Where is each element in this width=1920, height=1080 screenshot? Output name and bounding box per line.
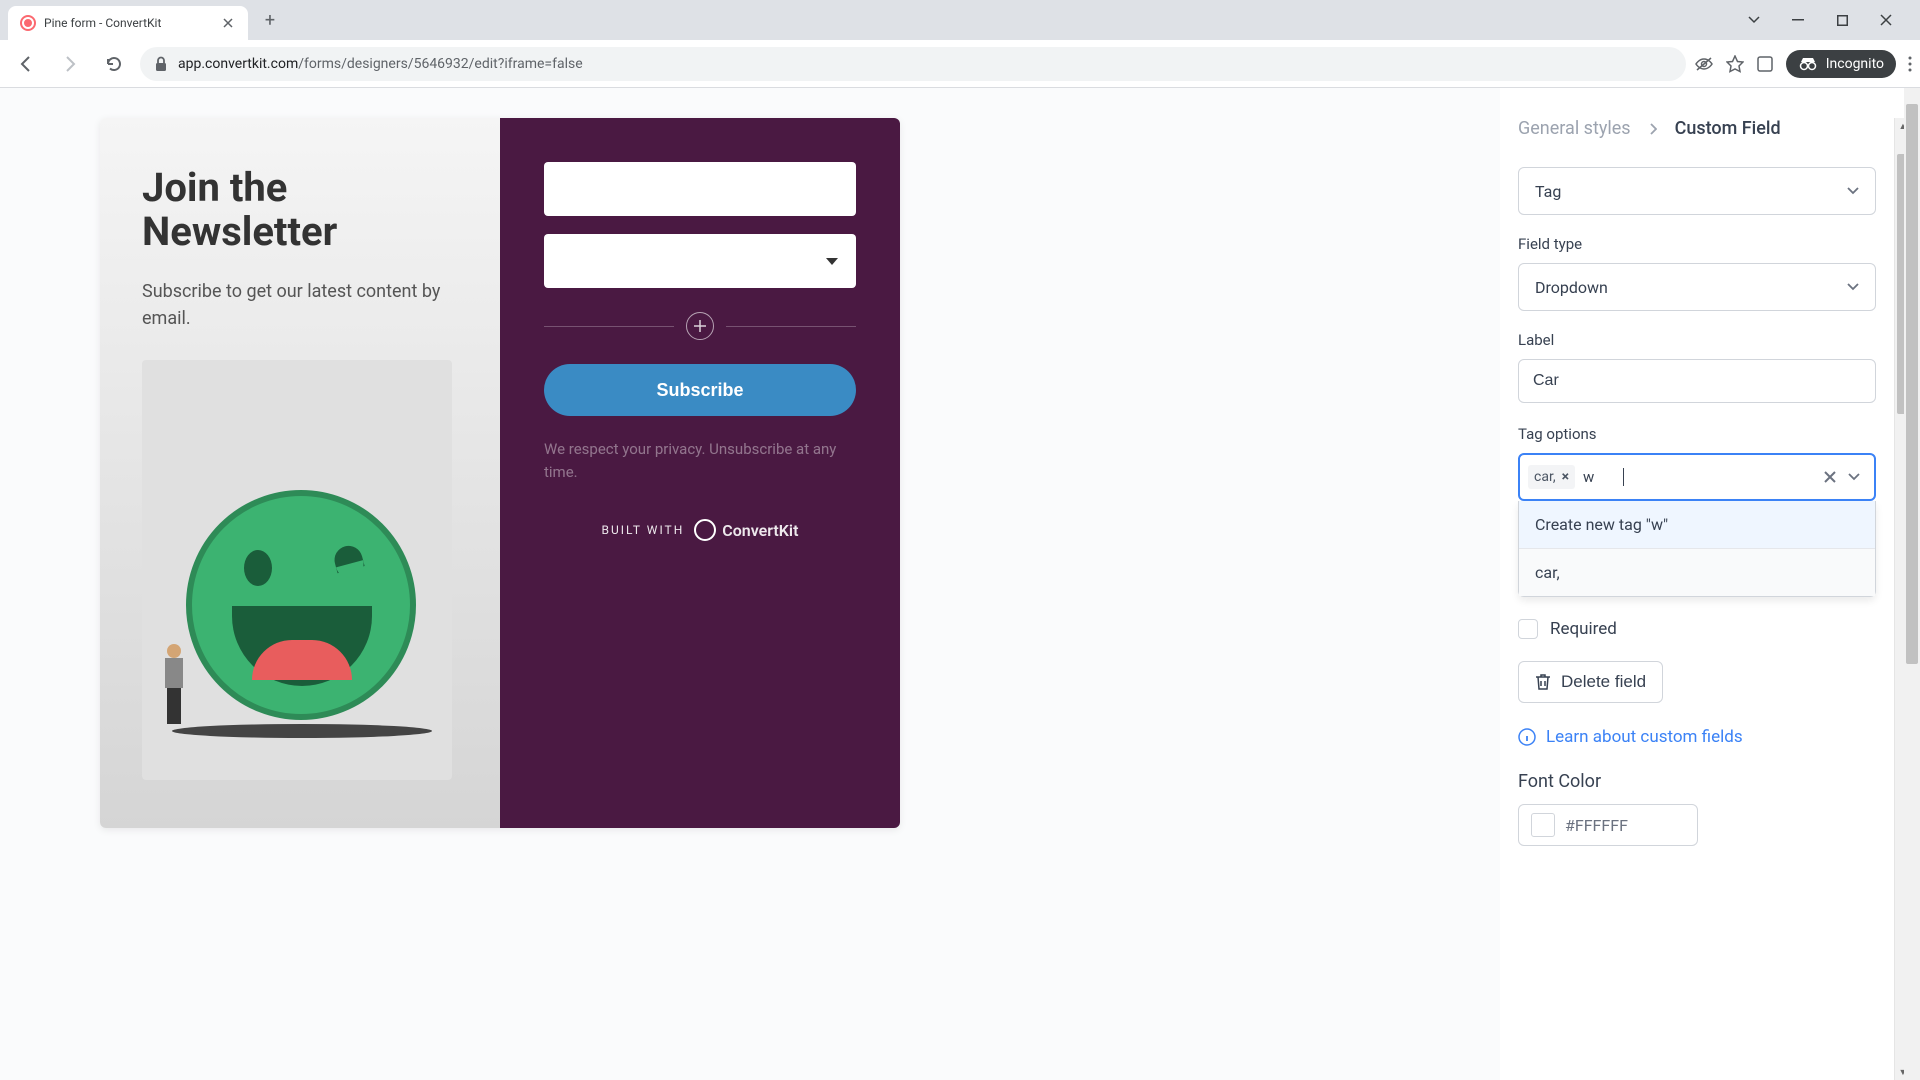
clear-tags-icon[interactable]	[1818, 471, 1842, 483]
tab-title: Pine form - ConvertKit	[44, 16, 212, 30]
built-with-badge[interactable]: BUILT WITH ConvertKit	[544, 519, 856, 541]
label-input[interactable]	[1518, 359, 1876, 403]
trash-icon	[1535, 673, 1551, 691]
url-text: app.convertkit.com/forms/designers/56469…	[178, 56, 583, 72]
incognito-eye-icon[interactable]	[1694, 56, 1714, 72]
reload-button[interactable]	[96, 46, 132, 82]
tag-input[interactable]: w	[1583, 468, 1623, 486]
browser-tab[interactable]: Pine form - ConvertKit	[8, 6, 248, 40]
tabs-dropdown-icon[interactable]	[1740, 6, 1768, 34]
menu-icon[interactable]	[1908, 56, 1912, 72]
settings-panel: General styles Custom Field Tag Field ty…	[1500, 88, 1920, 1080]
tag-options-combobox[interactable]: car, × w	[1518, 453, 1876, 501]
privacy-text[interactable]: We respect your privacy. Unsubscribe at …	[544, 438, 856, 483]
new-tab-button[interactable]: +	[256, 6, 284, 34]
chevron-down-icon[interactable]	[1842, 473, 1866, 481]
form-title[interactable]: Join the Newsletter	[142, 166, 458, 254]
create-tag-option[interactable]: Create new tag "w"	[1519, 501, 1875, 548]
field-select[interactable]: Tag	[1518, 167, 1876, 215]
field-type-select[interactable]: Dropdown	[1518, 263, 1876, 311]
favicon-icon	[20, 15, 36, 31]
back-button[interactable]	[8, 46, 44, 82]
maximize-icon[interactable]	[1828, 6, 1856, 34]
color-swatch	[1531, 813, 1555, 837]
tag-chip: car, ×	[1528, 465, 1575, 489]
chevron-down-icon	[1847, 187, 1859, 195]
bookmark-icon[interactable]	[1726, 55, 1744, 73]
close-tab-icon[interactable]	[220, 15, 236, 31]
minimize-icon[interactable]	[1784, 6, 1812, 34]
form-subtitle[interactable]: Subscribe to get our latest content by e…	[142, 278, 458, 332]
chevron-right-icon	[1649, 123, 1657, 135]
chevron-down-icon	[1847, 283, 1859, 291]
close-window-icon[interactable]	[1872, 6, 1900, 34]
required-checkbox[interactable]	[1518, 619, 1538, 639]
tag-options-label: Tag options	[1518, 425, 1876, 443]
form-dropdown[interactable]	[544, 234, 856, 288]
info-icon	[1518, 728, 1536, 746]
lock-icon	[154, 56, 168, 72]
existing-tag-option[interactable]: car,	[1519, 548, 1875, 596]
tab-bar: Pine form - ConvertKit +	[0, 0, 1920, 40]
learn-link[interactable]: Learn about custom fields	[1518, 727, 1876, 747]
remove-tag-icon[interactable]: ×	[1562, 469, 1569, 485]
breadcrumb: General styles Custom Field	[1518, 118, 1876, 139]
address-bar[interactable]: app.convertkit.com/forms/designers/56469…	[140, 47, 1686, 81]
add-field-button[interactable]	[686, 312, 714, 340]
tag-dropdown: Create new tag "w" car,	[1518, 501, 1876, 597]
main-scrollbar[interactable]	[1904, 88, 1920, 1080]
label-label: Label	[1518, 331, 1876, 349]
font-color-label: Font Color	[1518, 771, 1876, 792]
required-label: Required	[1550, 619, 1617, 639]
form-preview: Join the Newsletter Subscribe to get our…	[100, 118, 900, 828]
breadcrumb-current: Custom Field	[1675, 118, 1781, 139]
forward-button[interactable]	[52, 46, 88, 82]
breadcrumb-back[interactable]: General styles	[1518, 118, 1631, 139]
form-image[interactable]	[142, 360, 452, 780]
extensions-icon[interactable]	[1756, 55, 1774, 73]
delete-field-button[interactable]: Delete field	[1518, 661, 1663, 703]
incognito-badge[interactable]: Incognito	[1786, 50, 1896, 78]
form-text-input[interactable]	[544, 162, 856, 216]
subscribe-button[interactable]: Subscribe	[544, 364, 856, 416]
font-color-input[interactable]: #FFFFFF	[1518, 804, 1698, 846]
field-type-label: Field type	[1518, 235, 1876, 253]
